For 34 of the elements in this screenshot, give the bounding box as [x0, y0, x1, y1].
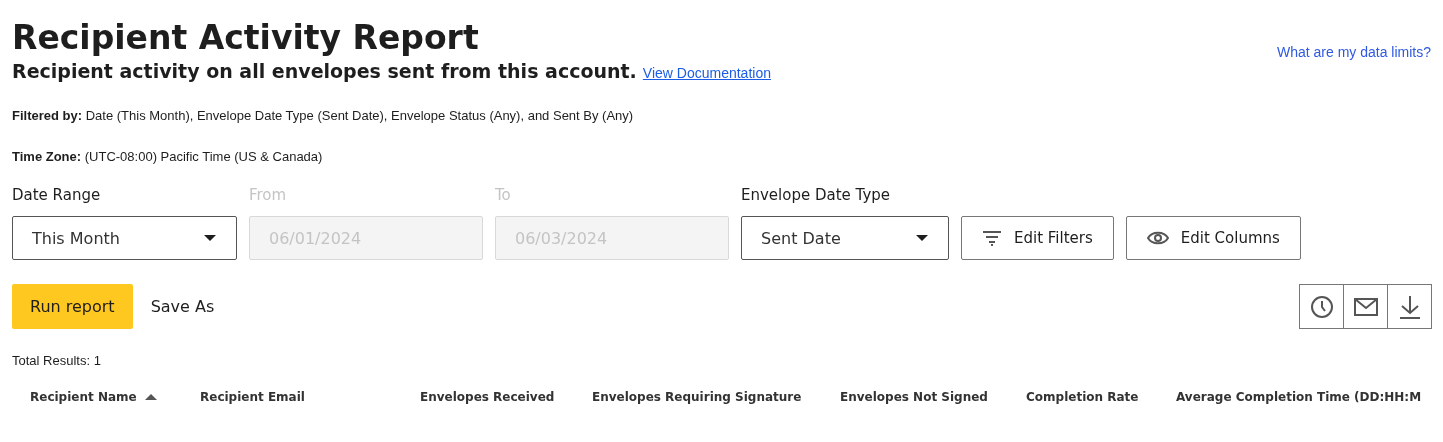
- page-subtitle: Recipient activity on all envelopes sent from this account.: [12, 60, 637, 82]
- eye-icon: [1146, 231, 1169, 245]
- edit-button[interactable]: Edit Filters: [961, 216, 1114, 260]
- field-label: From: [249, 186, 288, 204]
- column-header[interactable]: Envelopes Requiring Signature: [592, 390, 802, 404]
- run-report-button[interactable]: Run report: [12, 284, 133, 329]
- column-header[interactable]: Average Completion Time (DD:HH:M: [1176, 390, 1422, 404]
- mail-icon: [1353, 297, 1378, 316]
- column-header[interactable]: Envelopes Not Signed: [840, 390, 988, 404]
- download-button[interactable]: [1387, 284, 1432, 329]
- dropdown-field[interactable]: This Month: [12, 216, 237, 260]
- filter-summary: Filtered by: Date (This Month), Envelope Date Type (Sent Date), Envelope Status (Any), and Sent By (Any): [12, 108, 635, 123]
- field-label: To: [495, 186, 512, 204]
- caret-icon: [204, 235, 216, 241]
- edit-button[interactable]: Edit Columns: [1125, 216, 1301, 260]
- column-header[interactable]: Recipient Name: [30, 390, 137, 404]
- save-as-button[interactable]: Save As: [150, 297, 215, 316]
- documentation-link[interactable]: View Documentation: [642, 65, 771, 81]
- data-limits-link[interactable]: What are my data limits?: [1276, 44, 1431, 60]
- time-zone-text: Time Zone: (UTC-08:00) Pacific Time (US & Canada): [12, 149, 324, 164]
- column-header[interactable]: Recipient Email: [200, 390, 305, 404]
- clock-button[interactable]: [1299, 284, 1344, 329]
- dropdown-field[interactable]: Sent Date: [741, 216, 949, 260]
- total-results: Total Results: 1: [12, 353, 102, 368]
- filter-icon: [982, 230, 1002, 246]
- column-header[interactable]: Envelopes Received: [420, 390, 555, 404]
- caret-icon: [916, 235, 928, 241]
- column-header[interactable]: Completion Rate: [1026, 390, 1139, 404]
- page-title: Recipient Activity Report: [12, 18, 480, 58]
- field-label: Date Range: [12, 186, 102, 204]
- download-icon: [1398, 294, 1421, 319]
- clock-icon: [1309, 294, 1334, 319]
- field-label: Envelope Date Type: [741, 186, 892, 204]
- mail-button[interactable]: [1343, 284, 1388, 329]
